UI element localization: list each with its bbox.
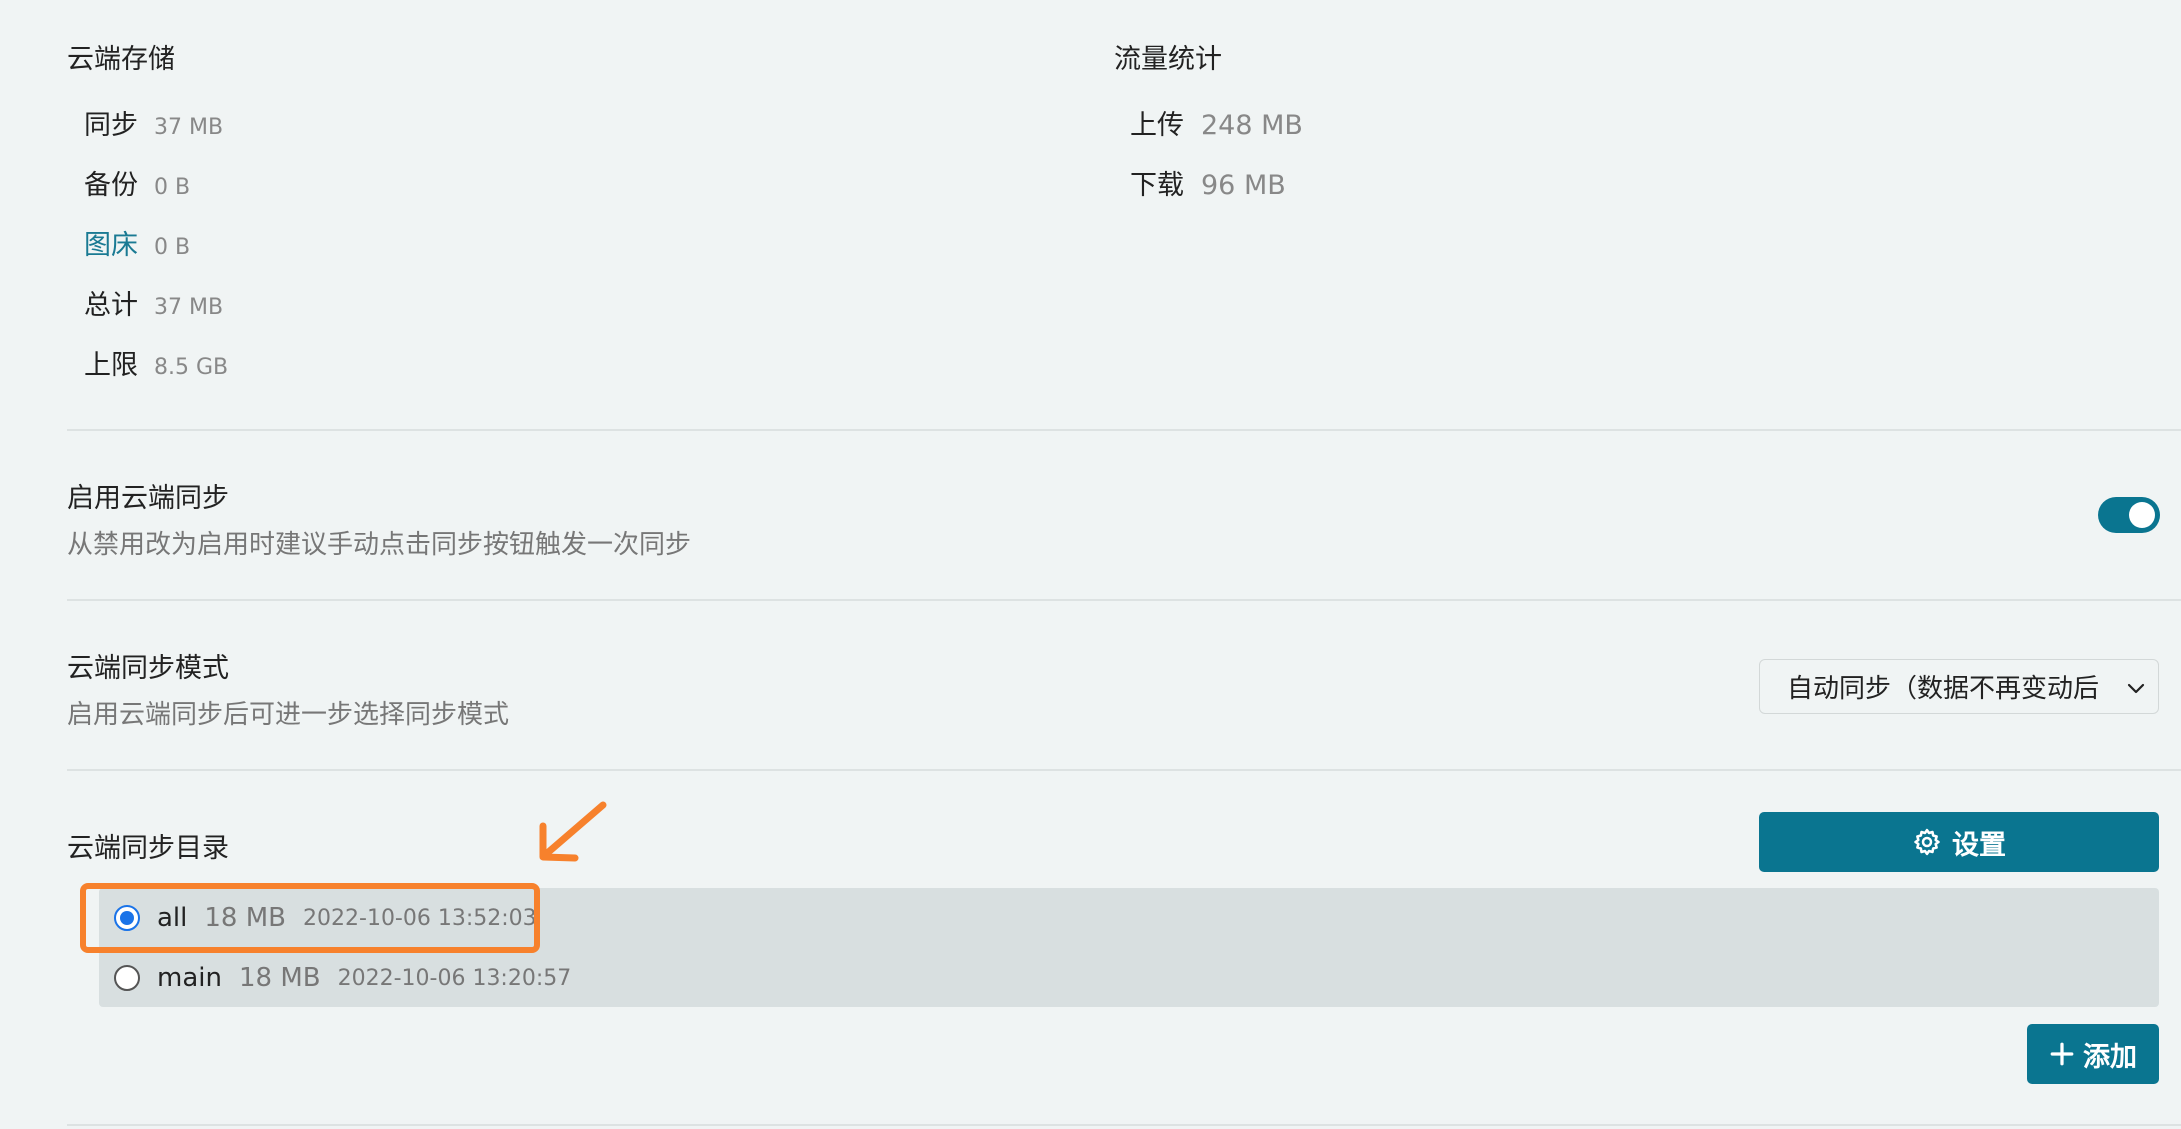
traffic-value: 248 MB	[1201, 110, 1303, 141]
storage-value: 8.5 GB	[154, 355, 229, 380]
image-bed-link[interactable]: 图床	[84, 223, 138, 262]
dir-name: main	[157, 963, 222, 993]
settings-button[interactable]: 设置	[1759, 812, 2159, 872]
enable-sync-title: 启用云端同步	[67, 483, 229, 514]
sync-mode-selected-value: 自动同步（数据不再变动后	[1787, 674, 2100, 704]
list-item[interactable]: main 18 MB 2022-10-06 13:20:57	[114, 963, 571, 993]
storage-label: 总计	[84, 290, 138, 321]
enable-sync-toggle[interactable]	[2098, 497, 2160, 533]
divider	[67, 599, 2181, 601]
annotation-highlight-box	[80, 883, 540, 953]
plus-icon	[2050, 1042, 2074, 1066]
storage-label: 备份	[84, 170, 138, 201]
sync-settings-page: 云端存储 同步 37 MB 备份 0 B 图床 0 B 总计 37 MB 上限 …	[0, 0, 2181, 1129]
divider	[67, 769, 2181, 771]
add-button[interactable]: 添加	[2027, 1024, 2159, 1084]
storage-row-image-bed: 图床 0 B	[84, 223, 190, 262]
storage-row-backup: 备份 0 B	[84, 163, 190, 202]
traffic-label: 下载	[1130, 170, 1184, 201]
traffic-row-upload: 上传 248 MB	[1130, 103, 1303, 142]
dir-size: 18 MB	[238, 963, 321, 993]
storage-row-total: 总计 37 MB	[84, 283, 223, 322]
chevron-down-icon	[2127, 683, 2145, 694]
storage-title: 云端存储	[67, 44, 175, 75]
sync-dir-title: 云端同步目录	[67, 833, 229, 864]
toggle-knob	[2129, 502, 2155, 528]
traffic-label: 上传	[1130, 110, 1184, 141]
traffic-title: 流量统计	[1114, 44, 1222, 75]
dir-date: 2022-10-06 13:20:57	[337, 965, 572, 991]
storage-label: 同步	[84, 110, 138, 141]
traffic-value: 96 MB	[1201, 170, 1286, 201]
storage-value: 0 B	[154, 235, 191, 260]
enable-sync-description: 从禁用改为启用时建议手动点击同步按钮触发一次同步	[67, 530, 692, 560]
annotation-arrow-icon	[539, 801, 607, 862]
sync-mode-title: 云端同步模式	[67, 653, 229, 684]
storage-value: 37 MB	[154, 115, 224, 140]
storage-value: 37 MB	[154, 295, 224, 320]
gear-icon	[1914, 828, 1940, 856]
divider	[67, 1124, 2181, 1126]
sync-mode-description: 启用云端同步后可进一步选择同步模式	[67, 700, 510, 730]
storage-value: 0 B	[154, 175, 191, 200]
sync-mode-select[interactable]: 自动同步（数据不再变动后	[1759, 659, 2159, 714]
traffic-row-download: 下载 96 MB	[1130, 163, 1286, 202]
add-button-label: 添加	[2083, 1041, 2137, 1073]
settings-button-label: 设置	[1952, 829, 2006, 861]
radio-button[interactable]	[114, 965, 140, 991]
storage-row-limit: 上限 8.5 GB	[84, 343, 228, 382]
divider	[67, 429, 2181, 431]
storage-row-sync: 同步 37 MB	[84, 103, 223, 142]
storage-label: 上限	[84, 350, 138, 381]
